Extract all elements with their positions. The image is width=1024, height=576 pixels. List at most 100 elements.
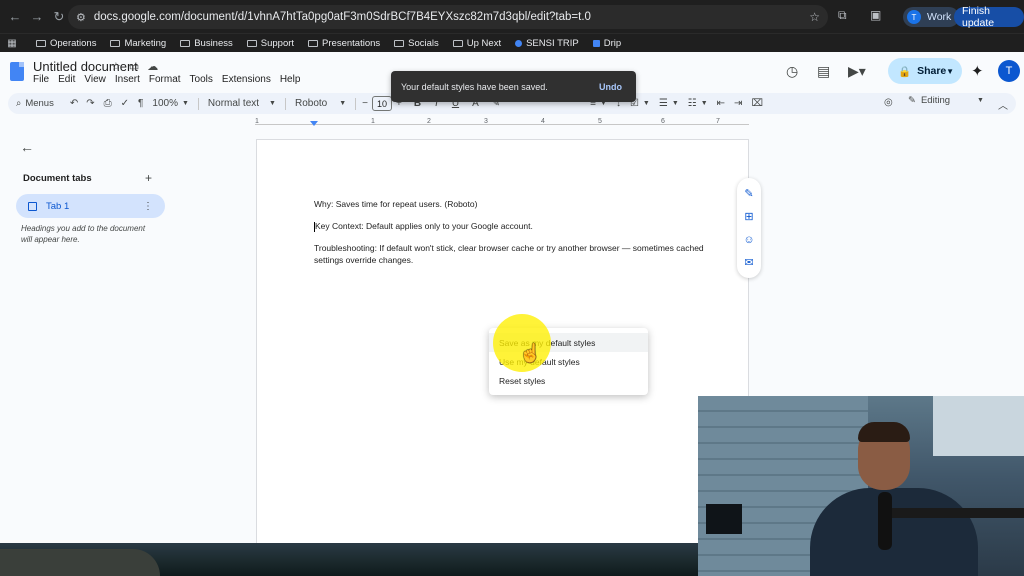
editing-mode-select[interactable]: ✎ Editing ▼	[908, 95, 984, 106]
more-options-icon[interactable]: ⋮	[143, 201, 153, 212]
menu-edit[interactable]: Edit	[58, 74, 75, 85]
chevron-down-icon: ▼	[339, 100, 347, 107]
back-icon[interactable]: ←	[4, 9, 26, 24]
toolbar-divider	[197, 97, 199, 110]
forward-icon[interactable]: →	[26, 9, 48, 24]
ruler-number: 4	[541, 118, 545, 125]
clear-formatting-icon[interactable]: ⌧	[751, 98, 763, 109]
menu-extensions[interactable]: Extensions	[222, 74, 271, 85]
bookmark-folder[interactable]: Marketing	[110, 38, 166, 49]
bookmark-star-icon[interactable]: ☆	[809, 10, 820, 24]
numbered-list-icon[interactable]: ☷	[688, 98, 697, 109]
bookmark-folder[interactable]: Socials	[394, 38, 439, 49]
font-select[interactable]: Roboto	[295, 98, 327, 109]
bookmark-folder[interactable]: Presentations	[308, 38, 380, 49]
paragraph-why[interactable]: Why: Saves time for repeat users. (Robot…	[314, 198, 704, 210]
zoom-select[interactable]: 100%	[152, 98, 178, 109]
menu-tools[interactable]: Tools	[190, 74, 213, 85]
ai-assist-icon[interactable]: ◎	[884, 97, 893, 108]
spellcheck-icon[interactable]: ✓	[121, 98, 129, 109]
chevron-down-icon: ▼	[671, 100, 679, 107]
menu-help[interactable]: Help	[280, 74, 301, 85]
chevron-down-icon: ▼	[181, 100, 189, 107]
chevron-down-icon: ▼	[269, 100, 276, 107]
site-info-icon[interactable]: ⚙	[76, 11, 86, 24]
ruler-number: 5	[598, 118, 602, 125]
menu-insert[interactable]: Insert	[115, 74, 140, 85]
menu-view[interactable]: View	[84, 74, 106, 85]
bookmark-label: SENSI TRIP	[526, 37, 579, 49]
cloud-status-icon[interactable]: ☁	[147, 60, 158, 73]
bookmark-folder[interactable]: Business	[180, 38, 233, 49]
menus-label: Menus	[25, 98, 54, 109]
paint-format-icon[interactable]: ¶	[138, 98, 143, 109]
extensions-icon[interactable]: ⧉	[838, 8, 847, 23]
reset-styles-item[interactable]: Reset styles	[489, 371, 648, 390]
bookmark-link[interactable]: SENSI TRIP	[515, 38, 579, 49]
profile-chip[interactable]: T Work	[903, 7, 960, 27]
tab-document-icon	[28, 201, 37, 211]
meet-icon[interactable]: ▶▾	[848, 63, 866, 80]
left-indent-marker[interactable]	[310, 121, 318, 126]
bookmark-label: Support	[260, 37, 295, 49]
ruler-number: 1	[255, 118, 259, 125]
add-tab-icon[interactable]: +	[145, 171, 152, 185]
toolbar-divider	[355, 97, 357, 110]
webcam-light	[933, 396, 1024, 456]
decrease-font-size-icon[interactable]: −	[362, 98, 368, 109]
menu-format[interactable]: Format	[149, 74, 181, 85]
address-bar[interactable]: ⚙ docs.google.com/document/d/1vhnA7htTa0…	[68, 5, 828, 29]
add-comment-icon[interactable]: ⊞	[744, 210, 753, 223]
docs-logo-icon[interactable]	[10, 62, 24, 81]
bulleted-list-icon[interactable]: ☰	[659, 98, 668, 109]
back-arrow-icon[interactable]: ←	[20, 139, 34, 155]
undo-button[interactable]: Undo	[599, 82, 622, 92]
paragraph-style-select[interactable]: Normal text	[208, 98, 259, 109]
undo-icon[interactable]: ↶	[70, 98, 78, 109]
share-button[interactable]: 🔒 Share ▼	[888, 58, 962, 84]
star-icon[interactable]: ☆	[111, 60, 121, 73]
bookmark-folder[interactable]: Support	[246, 37, 295, 49]
account-avatar[interactable]: T	[998, 60, 1020, 82]
profile-label: Work	[927, 11, 952, 23]
bookmark-folder[interactable]: Operations	[36, 38, 96, 49]
comments-icon[interactable]: ▤	[817, 63, 830, 80]
move-folder-icon[interactable]: ▭	[129, 60, 139, 73]
saved-styles-toast: Your default styles have been saved. Und…	[391, 71, 636, 102]
bookmark-folder[interactable]: Up Next	[452, 38, 501, 49]
sidebar-tab-1[interactable]: Tab 1 ⋮	[16, 194, 165, 218]
editing-mode-label: Editing	[920, 95, 951, 106]
collapse-toolbar-icon[interactable]: ︿	[998, 97, 1008, 112]
webcam-overlay	[698, 396, 1024, 576]
decrease-indent-icon[interactable]: ⇤	[717, 98, 725, 109]
chevron-down-icon: ▼	[977, 97, 984, 104]
gemini-sparkle-icon[interactable]: ✦	[971, 62, 984, 80]
ruler-number: 6	[661, 118, 665, 125]
bookmark-link[interactable]: Drip	[592, 38, 621, 49]
search-menus[interactable]: ⌕ Menus	[16, 98, 54, 109]
increase-indent-icon[interactable]: ⇥	[734, 98, 742, 109]
reload-icon[interactable]: ↻	[48, 9, 70, 25]
bookmark-label: Socials	[408, 37, 439, 49]
chevron-down-icon: ▼	[642, 100, 650, 107]
menu-file[interactable]: File	[33, 74, 49, 85]
paragraph-key-context[interactable]: Key Context: Default applies only to you…	[314, 220, 704, 232]
redo-icon[interactable]: ↷	[86, 98, 94, 109]
ruler-number: 1	[371, 118, 375, 125]
ruler-number: 3	[484, 118, 488, 125]
side-panel-icon[interactable]: ▣	[870, 8, 881, 22]
print-icon[interactable]: ⎙	[104, 98, 112, 109]
bookmark-label: Marketing	[124, 37, 167, 49]
suggest-edits-icon[interactable]: ✉	[744, 256, 753, 269]
headings-hint: Headings you add to the document will ap…	[21, 224, 146, 244]
version-history-icon[interactable]: ◷	[786, 63, 798, 80]
chevron-down-icon[interactable]: ▼	[946, 67, 954, 76]
pen-icon: ✎	[908, 95, 916, 106]
finish-update-button[interactable]: Finish update	[954, 5, 1024, 29]
url-text: docs.google.com/document/d/1vhnA7htTa0pg…	[93, 11, 591, 23]
font-size-input[interactable]: 10	[372, 96, 392, 111]
paragraph-troubleshooting[interactable]: Troubleshooting: If default won't stick,…	[314, 242, 704, 266]
apps-grid-icon[interactable]: ▦	[2, 38, 22, 49]
edit-magic-icon[interactable]: ✎	[744, 187, 753, 200]
emoji-reaction-icon[interactable]: ☺	[743, 234, 754, 246]
